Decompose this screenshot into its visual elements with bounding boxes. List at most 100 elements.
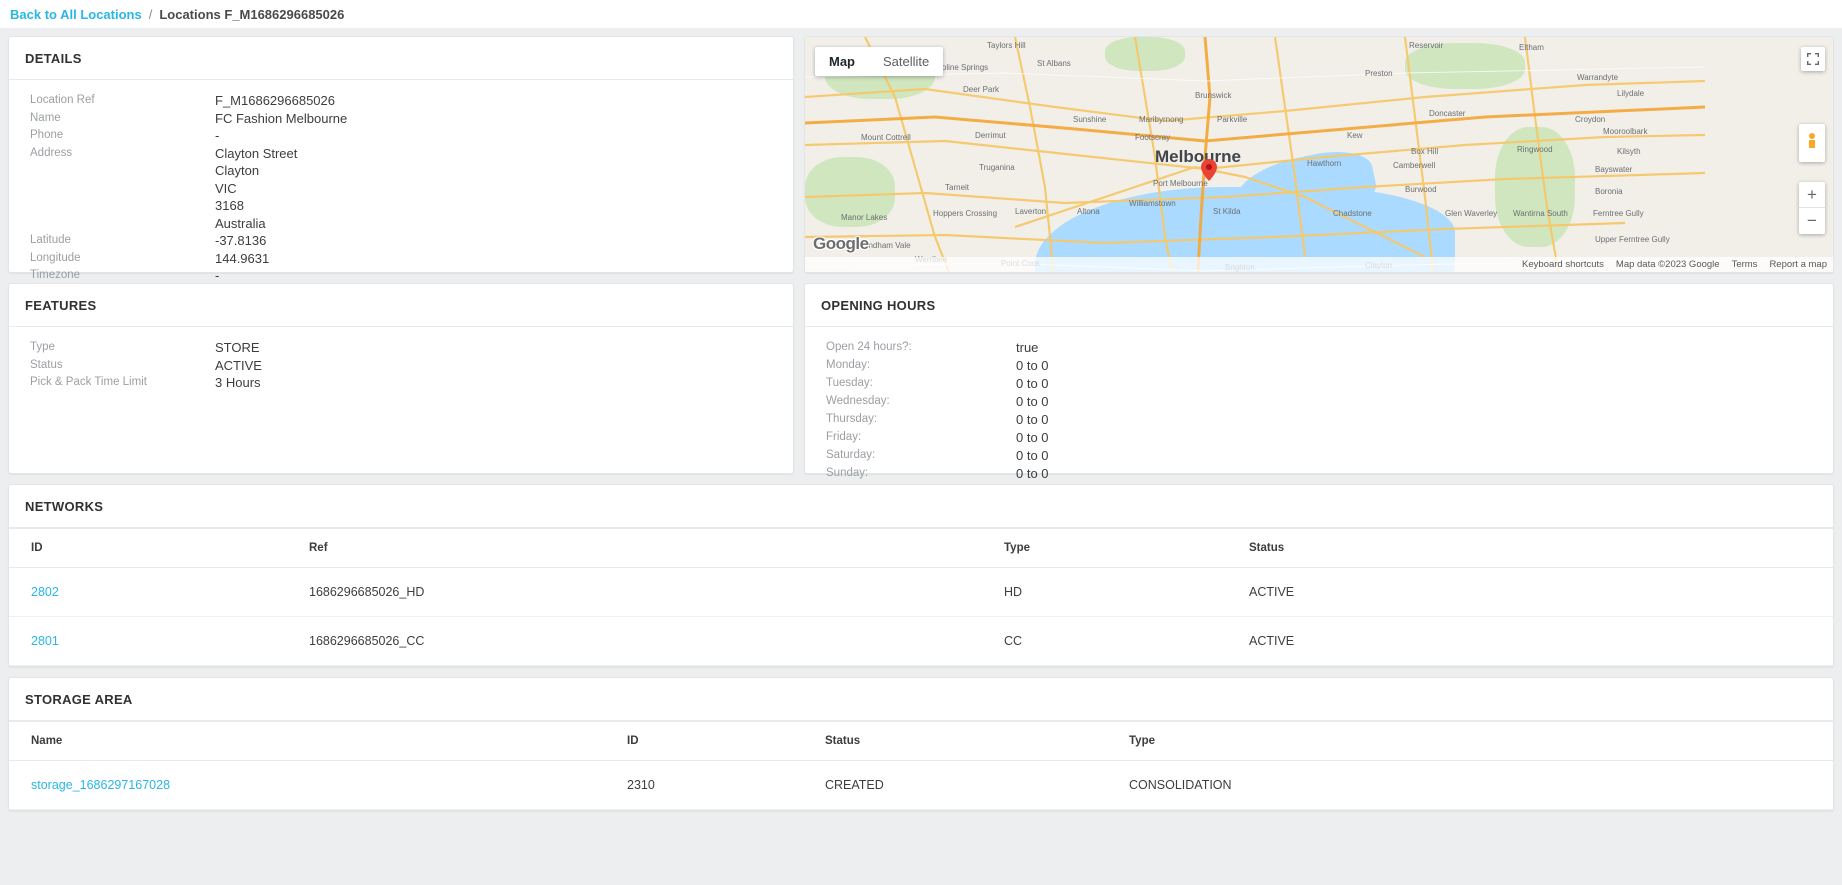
map-place-label: Hawthorn — [1307, 159, 1341, 168]
detail-label: Status — [25, 357, 215, 374]
street-view-pegman-icon[interactable] — [1799, 124, 1825, 162]
zoom-in-button[interactable]: + — [1799, 182, 1825, 208]
map-city-label: Melbourne — [1155, 147, 1241, 167]
detail-label: Type — [25, 339, 215, 356]
detail-row: AddressClayton Street — [25, 145, 777, 163]
fullscreen-icon[interactable] — [1801, 47, 1825, 71]
detail-value: 0 to 0 — [1016, 357, 1049, 375]
detail-label: Saturday: — [821, 447, 1016, 465]
storage-name-link[interactable]: storage_1686297167028 — [31, 778, 170, 792]
networks-col-ref: Ref — [309, 529, 1004, 568]
detail-row: Phone- — [25, 127, 777, 145]
map-place-label: Laverton — [1015, 207, 1046, 216]
map-footer-link[interactable]: Map data ©2023 Google — [1616, 259, 1720, 270]
map-place-label: Parkville — [1217, 115, 1247, 124]
page-content: DETAILS Location RefF_M1686296685026Name… — [0, 28, 1842, 811]
detail-row: Sunday:0 to 0 — [821, 465, 1817, 483]
map-type-map-button[interactable]: Map — [815, 47, 869, 76]
detail-row: NameFC Fashion Melbourne — [25, 110, 777, 128]
network-id-link[interactable]: 2801 — [31, 634, 59, 648]
map-type-satellite-button[interactable]: Satellite — [869, 47, 943, 76]
google-logo: Google — [813, 234, 869, 254]
detail-value: 0 to 0 — [1016, 393, 1049, 411]
details-body: Location RefF_M1686296685026NameFC Fashi… — [9, 80, 793, 299]
map-place-label: Mount Cottrell — [861, 133, 911, 142]
back-to-all-locations-link[interactable]: Back to All Locations — [10, 7, 142, 22]
map-footer-link[interactable]: Terms — [1732, 259, 1758, 270]
detail-row: Open 24 hours?:true — [821, 339, 1817, 357]
map-place-label: Mooroolbark — [1603, 127, 1647, 136]
storage-col-name: Name — [9, 722, 627, 761]
table-cell: CONSOLIDATION — [1129, 761, 1833, 810]
detail-value: 0 to 0 — [1016, 465, 1049, 483]
detail-label: Timezone — [25, 267, 215, 284]
detail-value: - — [215, 127, 219, 144]
map-place-label: Eltham — [1519, 43, 1544, 52]
networks-table-body: 28021686296685026_HDHDACTIVE280116862966… — [9, 568, 1833, 666]
detail-value: Clayton — [215, 162, 259, 179]
map-place-label: Burwood — [1405, 185, 1437, 194]
networks-card: NETWORKS ID Ref Type Status 280216862966… — [8, 484, 1834, 667]
features-body: TypeSTOREStatusACTIVEPick & Pack Time Li… — [9, 327, 793, 406]
detail-value: STORE — [215, 339, 260, 356]
map-place-label: Boronia — [1595, 187, 1623, 196]
detail-row: Timezone- — [25, 267, 777, 285]
map-type-control[interactable]: Map Satellite — [815, 47, 943, 76]
detail-value: FC Fashion Melbourne — [215, 110, 347, 127]
map-place-label: Footscray — [1135, 133, 1170, 142]
map-card[interactable]: Taylors HillElthamReservoirCaroline Spri… — [804, 36, 1834, 273]
pegman-icon — [1805, 132, 1819, 154]
networks-col-type: Type — [1004, 529, 1249, 568]
detail-value: 0 to 0 — [1016, 447, 1049, 465]
map-place-label: Camberwell — [1393, 161, 1435, 170]
storage-area-table: Name ID Status Type storage_168629716702… — [9, 721, 1833, 810]
detail-row: Location RefF_M1686296685026 — [25, 92, 777, 110]
google-map[interactable]: Taylors HillElthamReservoirCaroline Spri… — [805, 37, 1833, 272]
location-marker-icon[interactable] — [1201, 159, 1217, 181]
networks-table: ID Ref Type Status 28021686296685026_HDH… — [9, 528, 1833, 666]
detail-value: - — [215, 267, 219, 284]
map-place-label: Kilsyth — [1617, 147, 1641, 156]
detail-row: Wednesday:0 to 0 — [821, 393, 1817, 411]
opening-hours-body: Open 24 hours?:trueMonday:0 to 0Tuesday:… — [805, 327, 1833, 497]
detail-value: 0 to 0 — [1016, 411, 1049, 429]
detail-row: TypeSTORE — [25, 339, 777, 357]
opening-hours-card: OPENING HOURS Open 24 hours?:trueMonday:… — [804, 283, 1834, 474]
detail-label: Latitude — [25, 232, 215, 249]
map-footer-link[interactable]: Report a map — [1769, 259, 1827, 270]
detail-label: Name — [25, 110, 215, 127]
map-zoom-control[interactable]: + − — [1799, 182, 1825, 234]
detail-row: Monday:0 to 0 — [821, 357, 1817, 375]
detail-value: F_M1686296685026 — [215, 92, 335, 109]
opening-hours-title: OPENING HOURS — [805, 284, 1833, 327]
detail-value: 144.9631 — [215, 250, 269, 267]
storage-col-status: Status — [825, 722, 1129, 761]
table-row: storage_16862971670282310CREATEDCONSOLID… — [9, 761, 1833, 810]
map-place-label: Hoppers Crossing — [933, 209, 997, 218]
detail-value: true — [1016, 339, 1038, 357]
table-cell: 1686296685026_CC — [309, 617, 1004, 666]
table-cell: ACTIVE — [1249, 568, 1833, 617]
zoom-out-button[interactable]: − — [1799, 208, 1825, 234]
map-footer-link[interactable]: Keyboard shortcuts — [1522, 259, 1604, 270]
map-place-label: St Kilda — [1213, 207, 1241, 216]
detail-row: Saturday:0 to 0 — [821, 447, 1817, 465]
storage-name-cell: storage_1686297167028 — [9, 761, 627, 810]
details-title: DETAILS — [9, 37, 793, 80]
detail-value: ACTIVE — [215, 357, 262, 374]
map-place-label: Deer Park — [963, 85, 999, 94]
map-place-label: Maribyrnong — [1139, 115, 1183, 124]
detail-label: Pick & Pack Time Limit — [25, 374, 215, 391]
networks-header-row: ID Ref Type Status — [9, 529, 1833, 568]
table-cell: CREATED — [825, 761, 1129, 810]
detail-label: Tuesday: — [821, 375, 1016, 393]
detail-row: Tuesday:0 to 0 — [821, 375, 1817, 393]
network-id-link[interactable]: 2802 — [31, 585, 59, 599]
features-hours-row: FEATURES TypeSTOREStatusACTIVEPick & Pac… — [8, 283, 1834, 474]
detail-label: Longitude — [25, 250, 215, 267]
detail-value: Clayton Street — [215, 145, 297, 162]
map-place-label: Lilydale — [1617, 89, 1644, 98]
map-place-label: Ferntree Gully — [1593, 209, 1644, 218]
detail-row: Longitude144.9631 — [25, 250, 777, 268]
map-place-label: Ringwood — [1517, 145, 1553, 154]
